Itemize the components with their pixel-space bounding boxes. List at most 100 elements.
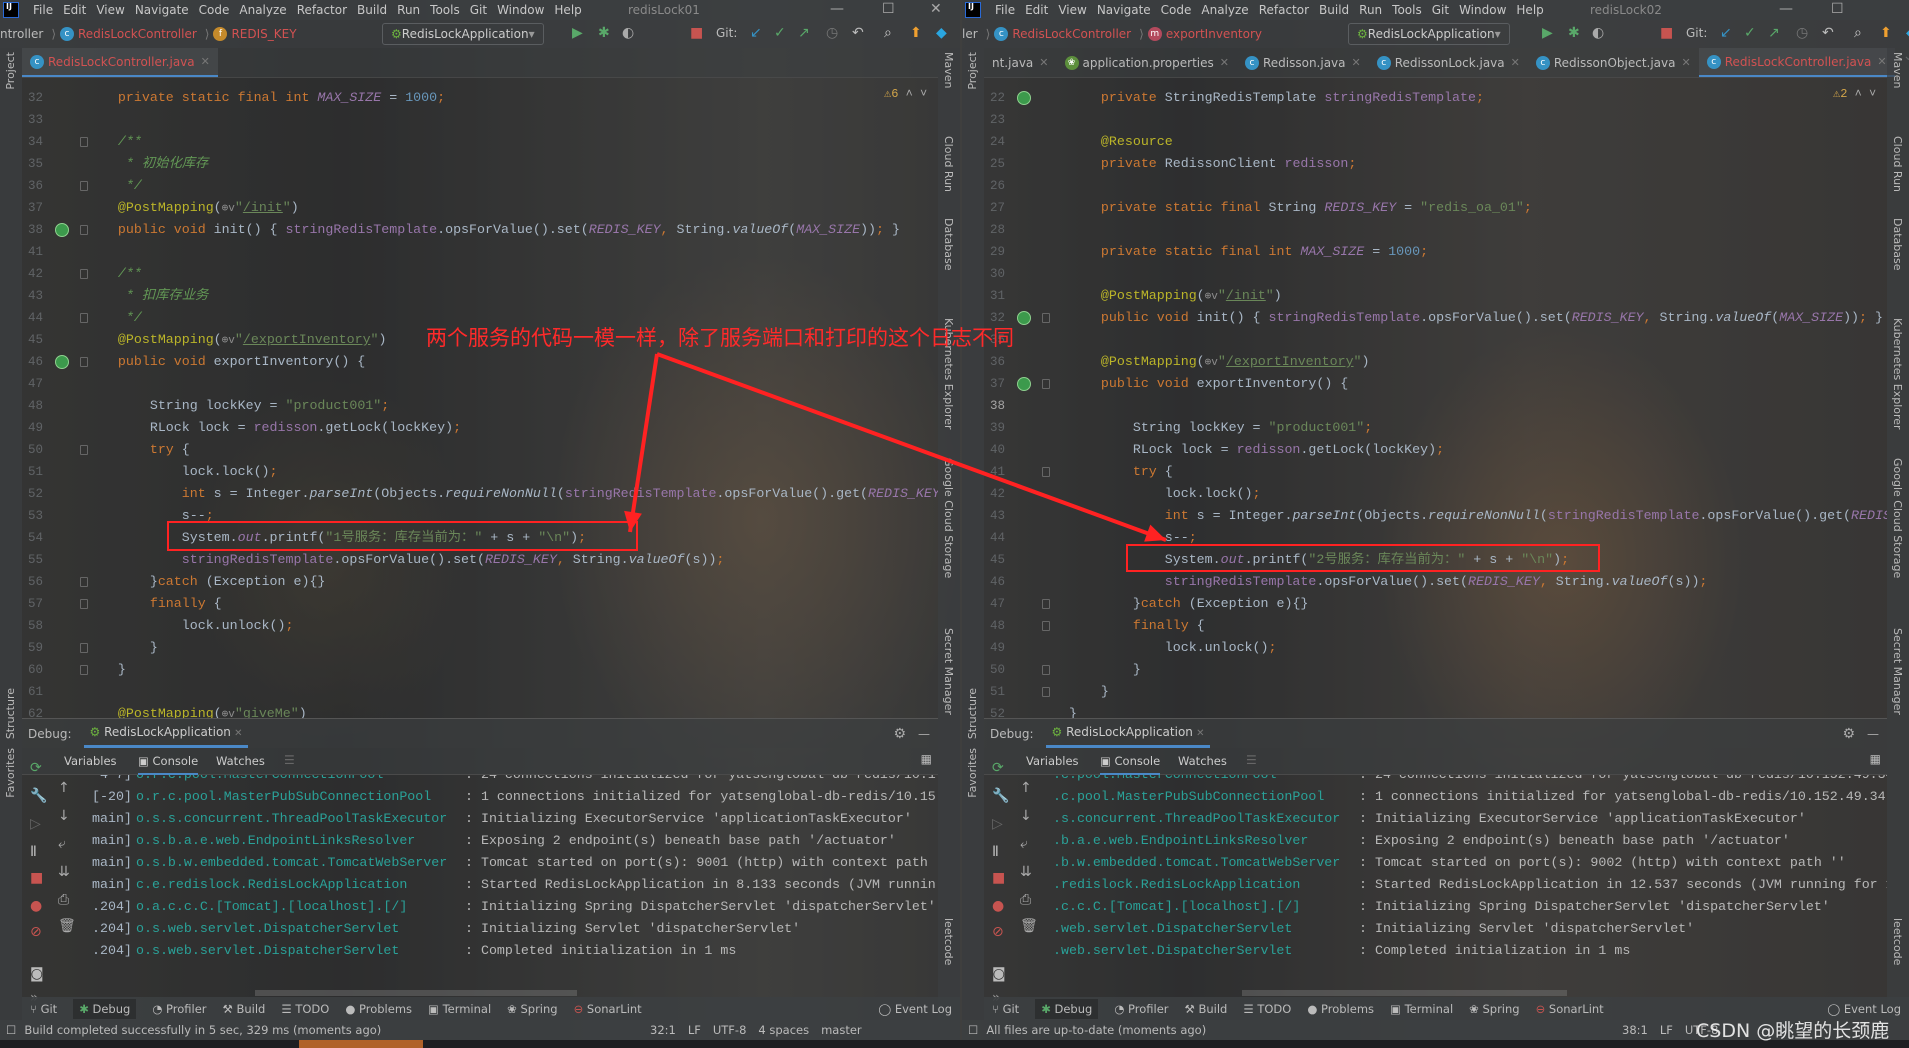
update-icon[interactable]: ⬆: [1880, 25, 1892, 41]
tool-window-profiler[interactable]: ◔ Profiler: [152, 1002, 206, 1016]
console-horizontal-scrollbar[interactable]: [1242, 990, 1567, 996]
run-icon[interactable]: ▶: [1542, 25, 1553, 41]
menu-view[interactable]: View: [96, 3, 124, 17]
clear-console-icon[interactable]: 🗑: [58, 918, 76, 934]
debug-tab-watches[interactable]: Watches: [216, 754, 265, 768]
breadcrumb-item[interactable]: RedisLockController: [78, 27, 197, 41]
menu-navigate[interactable]: Navigate: [1097, 3, 1151, 17]
run-config-selector[interactable]: ⚙ RedisLockApplication ▾: [1348, 23, 1510, 45]
view-breakpoints-icon[interactable]: ●: [992, 898, 1004, 914]
debug-tab-console[interactable]: ▣ Console: [1100, 754, 1161, 775]
code-editor[interactable]: 22 private StringRedisTemplate stringRed…: [984, 78, 1887, 718]
right-tool-database[interactable]: Database: [942, 218, 955, 271]
spring-bean-gutter-icon[interactable]: [55, 355, 69, 369]
menu-window[interactable]: Window: [1459, 3, 1506, 17]
tool-window-sonarlint[interactable]: ⊖ SonarLint: [1536, 1002, 1604, 1016]
tool-window-sonarlint[interactable]: ⊖ SonarLint: [574, 1002, 642, 1016]
clear-console-icon[interactable]: 🗑: [1020, 918, 1038, 934]
scroll-to-end-icon[interactable]: ⇊: [1020, 864, 1032, 880]
left-tool-structure[interactable]: Structure: [966, 688, 979, 739]
debug-tab-watches[interactable]: Watches: [1178, 754, 1227, 768]
left-tool-project[interactable]: Project: [966, 52, 979, 90]
hide-panel-icon[interactable]: —: [918, 727, 930, 741]
event-log-button[interactable]: ◯ Event Log: [1827, 1002, 1901, 1016]
spring-bean-gutter-icon[interactable]: [1017, 311, 1031, 325]
menu-code[interactable]: Code: [1161, 3, 1192, 17]
menu-build[interactable]: Build: [1319, 3, 1349, 17]
menu-analyze[interactable]: Analyze: [239, 3, 286, 17]
navigate-warnings-icon[interactable]: ˄ ˅: [898, 87, 928, 101]
event-log-button[interactable]: ◯ Event Log: [878, 1002, 952, 1016]
right-tool-maven[interactable]: Maven: [942, 52, 955, 88]
close-session-icon[interactable]: ✕: [1193, 728, 1204, 739]
menu-git[interactable]: Git: [1432, 3, 1449, 17]
scroll-down-icon[interactable]: ↓: [1020, 808, 1032, 824]
hide-panel-icon[interactable]: —: [1867, 727, 1879, 741]
git-push-icon[interactable]: ↗: [1768, 25, 1780, 41]
code-editor[interactable]: 32 private static final int MAX_SIZE = 1…: [22, 78, 938, 718]
tool-window-todo[interactable]: ☰ TODO: [281, 1002, 329, 1016]
breadcrumb-item[interactable]: ntroller: [0, 27, 43, 41]
navigate-warnings-icon[interactable]: ˄ ˅: [1847, 87, 1877, 101]
menu-build[interactable]: Build: [357, 3, 387, 17]
menu-file[interactable]: File: [33, 3, 53, 17]
settings-icon[interactable]: 🔧: [30, 788, 47, 804]
view-breakpoints-icon[interactable]: ●: [30, 898, 42, 914]
minimize-button[interactable]: —: [1779, 1, 1793, 17]
status-item[interactable]: LF: [688, 1023, 701, 1037]
layout-icon[interactable]: ▦: [1870, 752, 1881, 766]
stop-icon[interactable]: ■: [690, 25, 703, 41]
status-panel-icon[interactable]: ☐: [968, 1023, 978, 1037]
close-tab-icon[interactable]: ✕: [1352, 56, 1361, 69]
update-icon[interactable]: ⬆: [910, 25, 922, 41]
scroll-up-icon[interactable]: ↑: [58, 780, 70, 796]
soft-wrap-icon[interactable]: ⤶: [1020, 836, 1028, 852]
right-tool-maven[interactable]: Maven: [1891, 52, 1904, 88]
menu-view[interactable]: View: [1058, 3, 1086, 17]
scroll-up-icon[interactable]: ↑: [1020, 780, 1032, 796]
editor-tab[interactable]: c RedisLockController.java ✕: [22, 48, 218, 77]
git-history-icon[interactable]: ◷: [826, 25, 838, 41]
menu-help[interactable]: Help: [1516, 3, 1543, 17]
debug-session-tab[interactable]: ⚙ RedisLockApplication ✕: [1045, 719, 1211, 748]
breadcrumb-item[interactable]: exportInventory: [1166, 27, 1262, 41]
tool-window-todo[interactable]: ☰ TODO: [1243, 1002, 1291, 1016]
menu-git[interactable]: Git: [470, 3, 487, 17]
menu-code[interactable]: Code: [199, 3, 230, 17]
menu-analyze[interactable]: Analyze: [1201, 3, 1248, 17]
settings-gear-icon[interactable]: ⚙: [893, 726, 906, 742]
right-tool-google-cloud-storage[interactable]: Google Cloud Storage: [1891, 458, 1904, 578]
fold-marker-icon[interactable]: [1042, 621, 1050, 631]
tool-window-build[interactable]: ⚒ Build: [223, 1002, 266, 1016]
right-tool-secret-manager[interactable]: Secret Manager: [1891, 628, 1904, 715]
maximize-button[interactable]: ☐: [1831, 1, 1844, 17]
menu-help[interactable]: Help: [554, 3, 581, 17]
tool-window-spring[interactable]: ❀ Spring: [1469, 1002, 1519, 1016]
taskbar-active-item[interactable]: [299, 1040, 423, 1048]
breadcrumb-item[interactable]: ler: [962, 27, 978, 41]
coverage-icon[interactable]: ◐: [622, 25, 634, 41]
fold-marker-icon[interactable]: [1042, 313, 1050, 323]
tool-window-git[interactable]: ⑂ Git: [992, 1002, 1019, 1016]
spring-bean-gutter-icon[interactable]: [1017, 91, 1031, 105]
breadcrumb-item[interactable]: REDIS_KEY: [231, 27, 296, 41]
menu-edit[interactable]: Edit: [1025, 3, 1048, 17]
stop-debug-icon[interactable]: ■: [30, 870, 43, 886]
rollback-icon[interactable]: ↶: [852, 25, 864, 41]
status-item[interactable]: master: [821, 1023, 862, 1037]
right-tool-cloud-run[interactable]: Cloud Run: [1891, 136, 1904, 192]
mute-breakpoints-icon[interactable]: ⊘: [30, 924, 42, 940]
resume-icon[interactable]: ▷: [992, 816, 1003, 832]
fold-marker-icon[interactable]: [1042, 599, 1050, 609]
right-tool-leetcode[interactable]: leetcode: [1891, 918, 1904, 965]
close-tab-icon[interactable]: ✕: [1877, 55, 1886, 68]
fold-marker-icon[interactable]: [1042, 379, 1050, 389]
close-tab-icon[interactable]: ✕: [201, 55, 210, 68]
debug-tab-console[interactable]: ▣ Console: [138, 754, 199, 775]
pause-icon[interactable]: Ⅱ: [30, 844, 37, 860]
debug-icon[interactable]: ✱: [1568, 25, 1580, 41]
debug-tab-variables[interactable]: Variables: [1026, 754, 1079, 768]
scroll-to-end-icon[interactable]: ⇊: [58, 864, 70, 880]
git-commit-icon[interactable]: ✓: [1744, 25, 1756, 41]
minimize-button[interactable]: —: [830, 1, 844, 17]
